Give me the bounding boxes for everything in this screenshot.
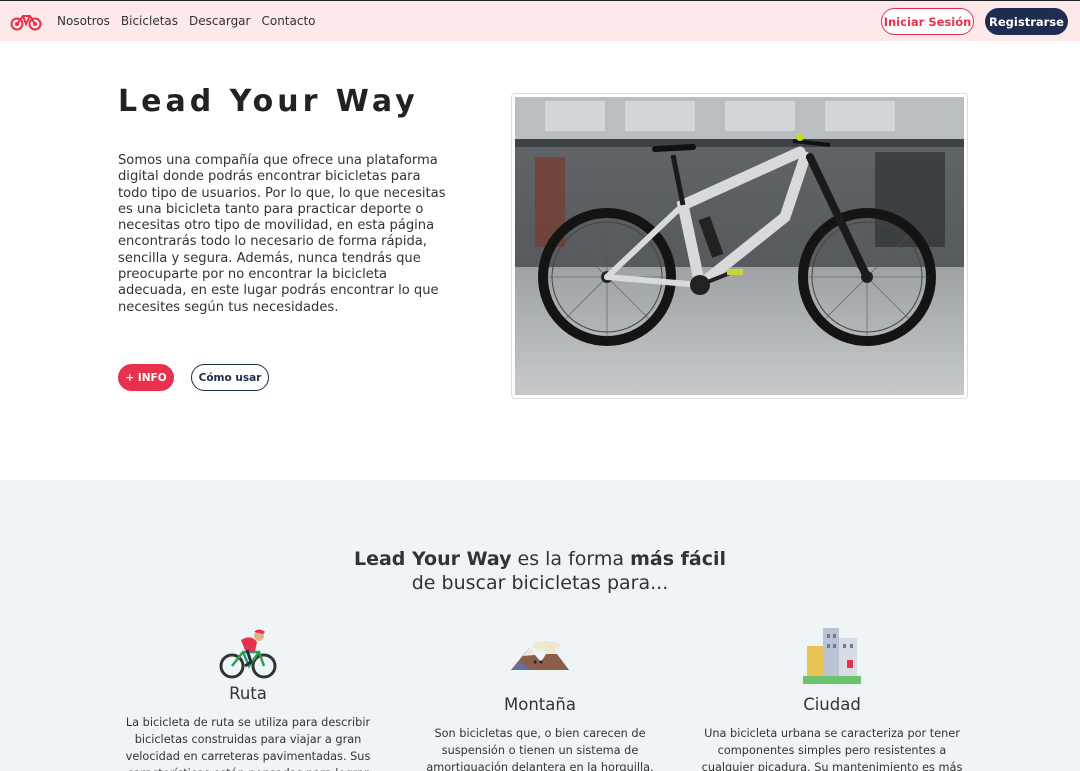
card-montana-text: Son bicicletas que, o bien carecen de su…: [426, 727, 654, 771]
road-cyclist-icon: [219, 629, 277, 679]
login-button[interactable]: Iniciar Sesión: [881, 8, 974, 35]
hero-title: Lead Your Way: [118, 84, 419, 119]
hero-description: Somos una compañía que ofrece una plataf…: [118, 153, 446, 315]
info-button[interactable]: + INFO: [118, 364, 174, 391]
features-title: Lead Your Way es la forma más fácil de b…: [0, 547, 1080, 595]
nav-link-bicicletas[interactable]: Bicicletas: [121, 14, 178, 28]
card-ciudad-title: Ciudad: [803, 695, 861, 714]
card-ciudad-text: Una bicicleta urbana se caracteriza por …: [701, 727, 963, 771]
nav-link-contacto[interactable]: Contacto: [261, 14, 315, 28]
card-ruta: Ruta La bicicleta de ruta se utiliza par…: [114, 684, 382, 771]
register-button[interactable]: Registrarse: [985, 8, 1068, 35]
nav-links: Nosotros Bicicletas Descargar Contacto: [57, 14, 327, 28]
nav-link-nosotros[interactable]: Nosotros: [57, 14, 110, 28]
navbar: Nosotros Bicicletas Descargar Contacto I…: [0, 0, 1080, 41]
card-ruta-text: La bicicleta de ruta se utiliza para des…: [125, 716, 371, 771]
city-buildings-icon: [803, 628, 861, 684]
card-montana: Montaña Son bicicletas que, o bien carec…: [402, 695, 678, 771]
card-montana-title: Montaña: [504, 695, 576, 714]
card-ciudad: Ciudad Una bicicleta urbana se caracteri…: [694, 695, 970, 771]
nav-link-descargar[interactable]: Descargar: [189, 14, 250, 28]
features-title-mid: es la forma: [511, 548, 631, 570]
bike-logo-icon[interactable]: [10, 11, 42, 31]
mountain-icon: [511, 641, 569, 670]
features-title-emphasis: más fácil: [630, 548, 727, 570]
features-title-brand: Lead Your Way: [353, 548, 512, 570]
hero-image-frame: [511, 93, 968, 399]
mountain-bike-photo: [515, 97, 964, 395]
card-ruta-title: Ruta: [229, 684, 267, 703]
features-title-line2: de buscar bicicletas para...: [411, 572, 669, 594]
how-to-use-button[interactable]: Cómo usar: [191, 364, 269, 391]
